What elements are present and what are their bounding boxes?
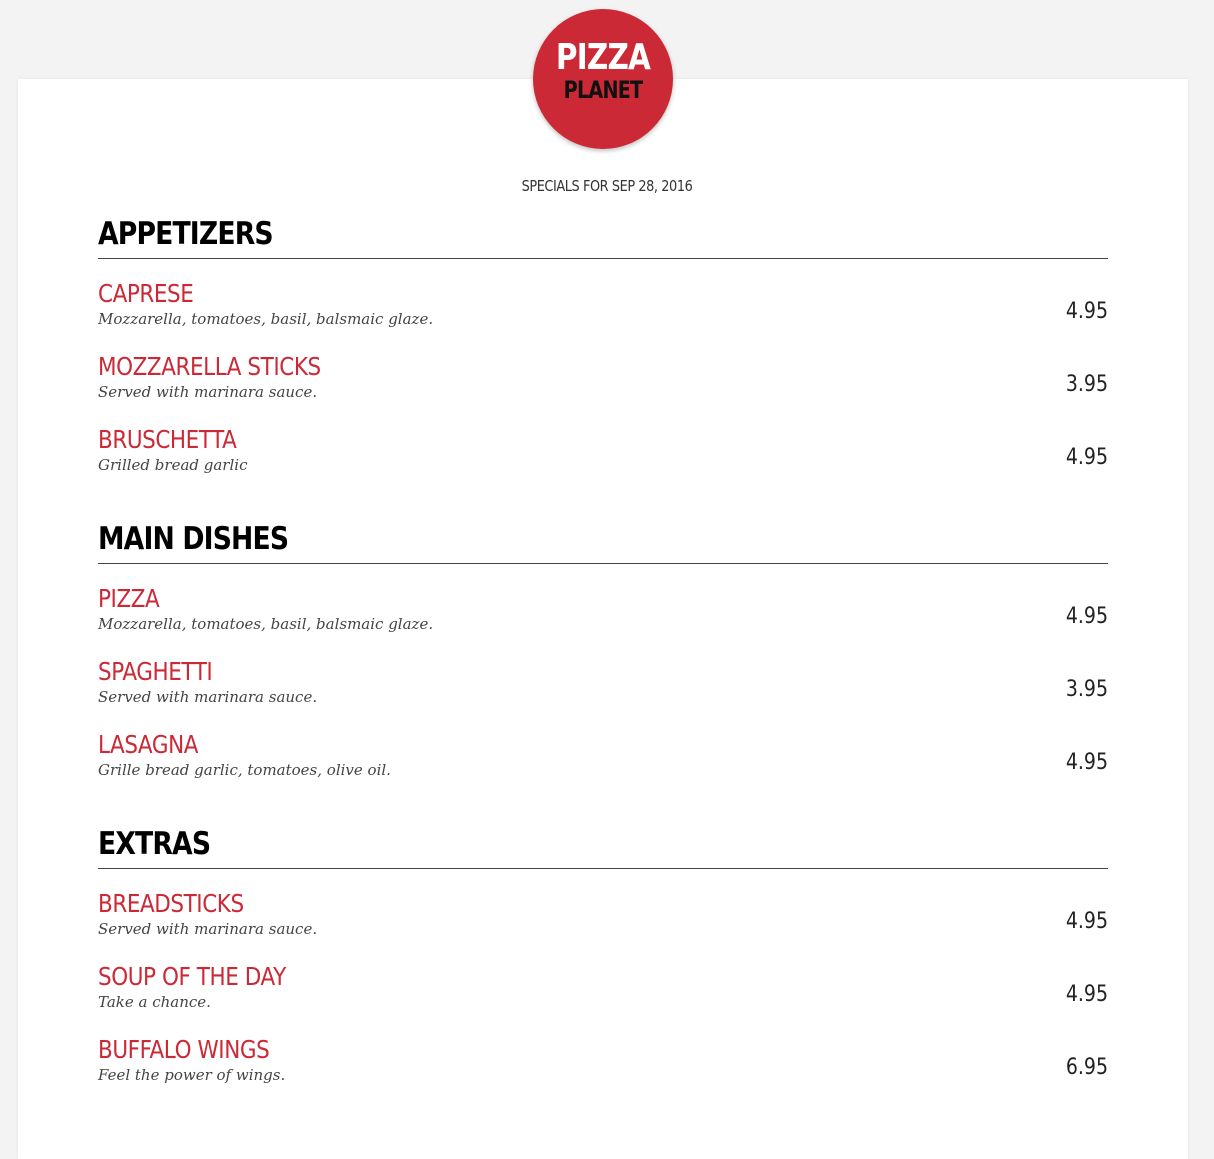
item-description: Mozzarella, tomatoes, basil, balsmaic gl… <box>98 615 434 633</box>
item-name: MOZZARELLA STICKS <box>98 352 321 381</box>
item-name: CAPRESE <box>98 279 194 308</box>
specials-date-heading: SPECIALS FOR SEP 28, 2016 <box>521 177 693 195</box>
item-description: Mozzarella, tomatoes, basil, balsmaic gl… <box>98 310 434 328</box>
menu-item: BUFFALO WINGS Feel the power of wings. 6… <box>98 1035 1108 1108</box>
section-divider <box>98 563 1108 564</box>
item-description: Served with marinara sauce. <box>98 920 318 938</box>
item-name: SPAGHETTI <box>98 657 213 686</box>
item-price: 4.95 <box>1065 445 1108 470</box>
section-title: EXTRAS <box>98 826 211 862</box>
logo-bottom-text: PLANET <box>563 76 643 104</box>
item-price: 4.95 <box>1065 982 1108 1007</box>
section-main-dishes: MAIN DISHES PIZZA Mozzarella, tomatoes, … <box>98 517 1108 803</box>
item-description: Feel the power of wings. <box>98 1066 286 1084</box>
section-extras: EXTRAS BREADSTICKS Served with marinara … <box>98 822 1108 1108</box>
menu-item: PIZZA Mozzarella, tomatoes, basil, balsm… <box>98 584 1108 657</box>
item-description: Grilled bread garlic <box>98 456 248 474</box>
item-name: BREADSTICKS <box>98 889 244 918</box>
item-price: 3.95 <box>1065 372 1108 397</box>
item-description: Grille bread garlic, tomatoes, olive oil… <box>98 761 391 779</box>
item-price: 6.95 <box>1065 1055 1108 1080</box>
menu-item: BRUSCHETTA Grilled bread garlic 4.95 <box>98 425 1108 498</box>
section-divider <box>98 258 1108 259</box>
item-name: SOUP OF THE DAY <box>98 962 286 991</box>
section-divider <box>98 868 1108 869</box>
menu-item: SOUP OF THE DAY Take a chance. 4.95 <box>98 962 1108 1035</box>
item-price: 4.95 <box>1065 909 1108 934</box>
item-name: LASAGNA <box>98 730 199 759</box>
logo-top-text: PIZZA <box>555 37 651 78</box>
item-name: BUFFALO WINGS <box>98 1035 270 1064</box>
menu-list: APPETIZERS CAPRESE Mozzarella, tomatoes,… <box>98 212 1108 1127</box>
item-description: Served with marinara sauce. <box>98 688 318 706</box>
section-title: APPETIZERS <box>98 216 274 252</box>
section-title: MAIN DISHES <box>98 521 289 557</box>
item-description: Served with marinara sauce. <box>98 383 318 401</box>
item-price: 3.95 <box>1065 677 1108 702</box>
item-name: BRUSCHETTA <box>98 425 237 454</box>
menu-item: BREADSTICKS Served with marinara sauce. … <box>98 889 1108 962</box>
menu-item: CAPRESE Mozzarella, tomatoes, basil, bal… <box>98 279 1108 352</box>
item-name: PIZZA <box>98 584 160 613</box>
menu-item: MOZZARELLA STICKS Served with marinara s… <box>98 352 1108 425</box>
menu-item: SPAGHETTI Served with marinara sauce. 3.… <box>98 657 1108 730</box>
section-appetizers: APPETIZERS CAPRESE Mozzarella, tomatoes,… <box>98 212 1108 498</box>
item-description: Take a chance. <box>98 993 211 1011</box>
item-price: 4.95 <box>1065 299 1108 324</box>
item-price: 4.95 <box>1065 750 1108 775</box>
item-price: 4.95 <box>1065 604 1108 629</box>
pizza-planet-logo: PIZZA PLANET <box>533 9 673 149</box>
menu-item: LASAGNA Grille bread garlic, tomatoes, o… <box>98 730 1108 803</box>
